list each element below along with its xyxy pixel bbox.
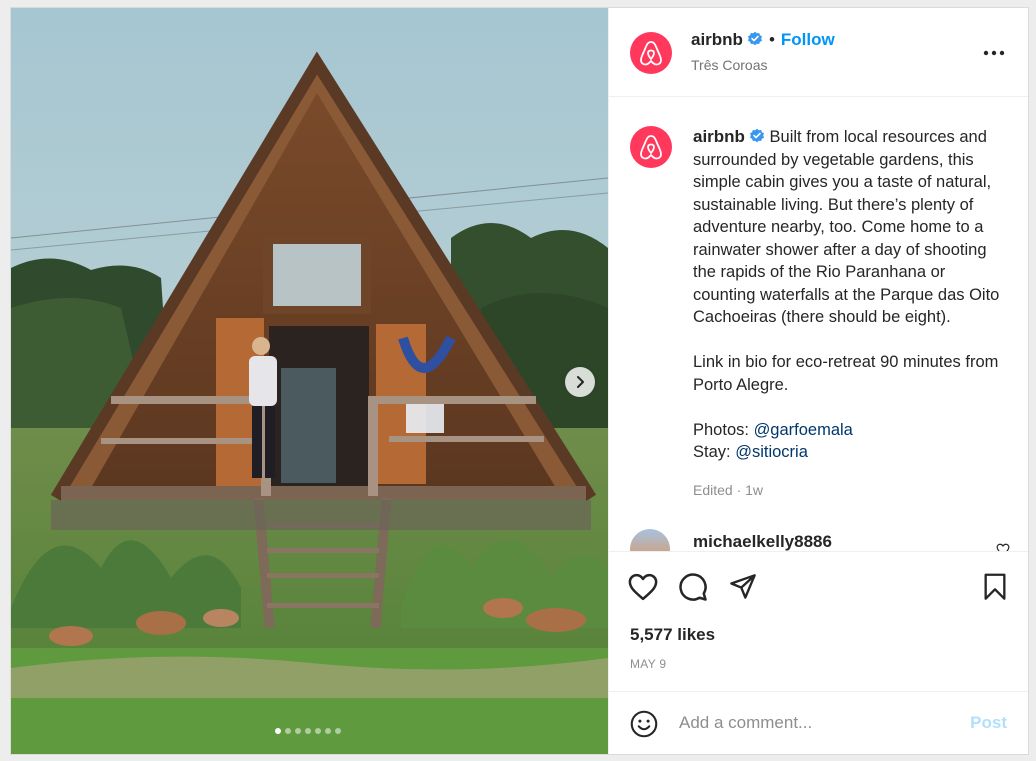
post-location[interactable]: Três Coroas [691, 57, 768, 73]
comments-section: airbnb Built from local resources and su… [609, 98, 1028, 551]
carousel-dot [294, 728, 301, 734]
post-caption: airbnb Built from local resources and su… [693, 126, 1011, 464]
carousel-indicator [11, 728, 608, 734]
carousel-dot [304, 728, 311, 734]
post-header: airbnb • Follow Três Coroas [609, 8, 1028, 97]
caption-username[interactable]: airbnb [693, 127, 745, 146]
post-date[interactable]: MAY 9 [630, 657, 666, 671]
comment-button[interactable] [676, 570, 710, 604]
add-comment-bar: Post [609, 691, 1028, 754]
follow-button[interactable]: Follow [781, 30, 835, 49]
verified-badge-icon [749, 128, 764, 143]
post-details-panel: airbnb • Follow Três Coroas airbnb Built f… [608, 8, 1028, 754]
next-photo-button[interactable] [565, 367, 595, 397]
post-comment-button[interactable]: Post [970, 713, 1007, 733]
header-user-line: airbnb • Follow [691, 30, 835, 50]
save-button[interactable] [978, 570, 1012, 604]
separator-dot: • [768, 30, 775, 49]
caption-link-in-bio: Link in bio for eco-retreat 90 minutes f… [693, 353, 999, 394]
share-button[interactable] [726, 570, 760, 604]
like-button[interactable] [626, 570, 660, 604]
comment-item: michaelkelly8886 [630, 529, 1010, 551]
post-dialog: airbnb • Follow Três Coroas airbnb Built f… [10, 7, 1029, 755]
comment-icon [679, 573, 707, 601]
carousel-dot [334, 728, 341, 734]
stay-label: Stay: [693, 443, 731, 461]
carousel-dot [284, 728, 291, 734]
chevron-right-icon [577, 376, 584, 388]
airbnb-logo-icon [640, 41, 662, 66]
likes-count[interactable]: 5,577 likes [630, 625, 715, 645]
post-actions: 5,577 likes MAY 9 [609, 551, 1028, 711]
emoji-button[interactable] [629, 709, 659, 739]
share-icon [730, 574, 756, 599]
photos-label: Photos: [693, 420, 749, 439]
comment-like-heart-icon[interactable] [996, 543, 1010, 551]
emoji-icon [630, 710, 658, 738]
commenter-avatar[interactable] [630, 529, 670, 551]
carousel-dot [314, 728, 321, 734]
header-username[interactable]: airbnb [691, 30, 743, 49]
stay-mention-link[interactable]: @sitiocria [735, 443, 808, 461]
commenter-username[interactable]: michaelkelly8886 [693, 532, 832, 551]
caption-avatar[interactable] [630, 126, 672, 168]
airbnb-logo-icon [640, 135, 662, 160]
edited-timestamp: Edited · 1w [693, 482, 764, 498]
comment-input[interactable] [679, 708, 959, 738]
photos-mention-link[interactable]: @garfoemala [754, 421, 853, 439]
cabin-photo [11, 8, 608, 754]
carousel-dot [274, 728, 281, 734]
more-options-button[interactable] [982, 41, 1006, 65]
more-options-icon [983, 50, 1005, 56]
bookmark-icon [984, 573, 1006, 600]
avatar[interactable] [630, 32, 672, 74]
verified-badge-icon [747, 31, 762, 46]
heart-icon [628, 573, 658, 601]
caption-text: Built from local resources and surrounde… [693, 128, 1000, 326]
post-photo[interactable] [11, 8, 608, 754]
carousel-dot [324, 728, 331, 734]
